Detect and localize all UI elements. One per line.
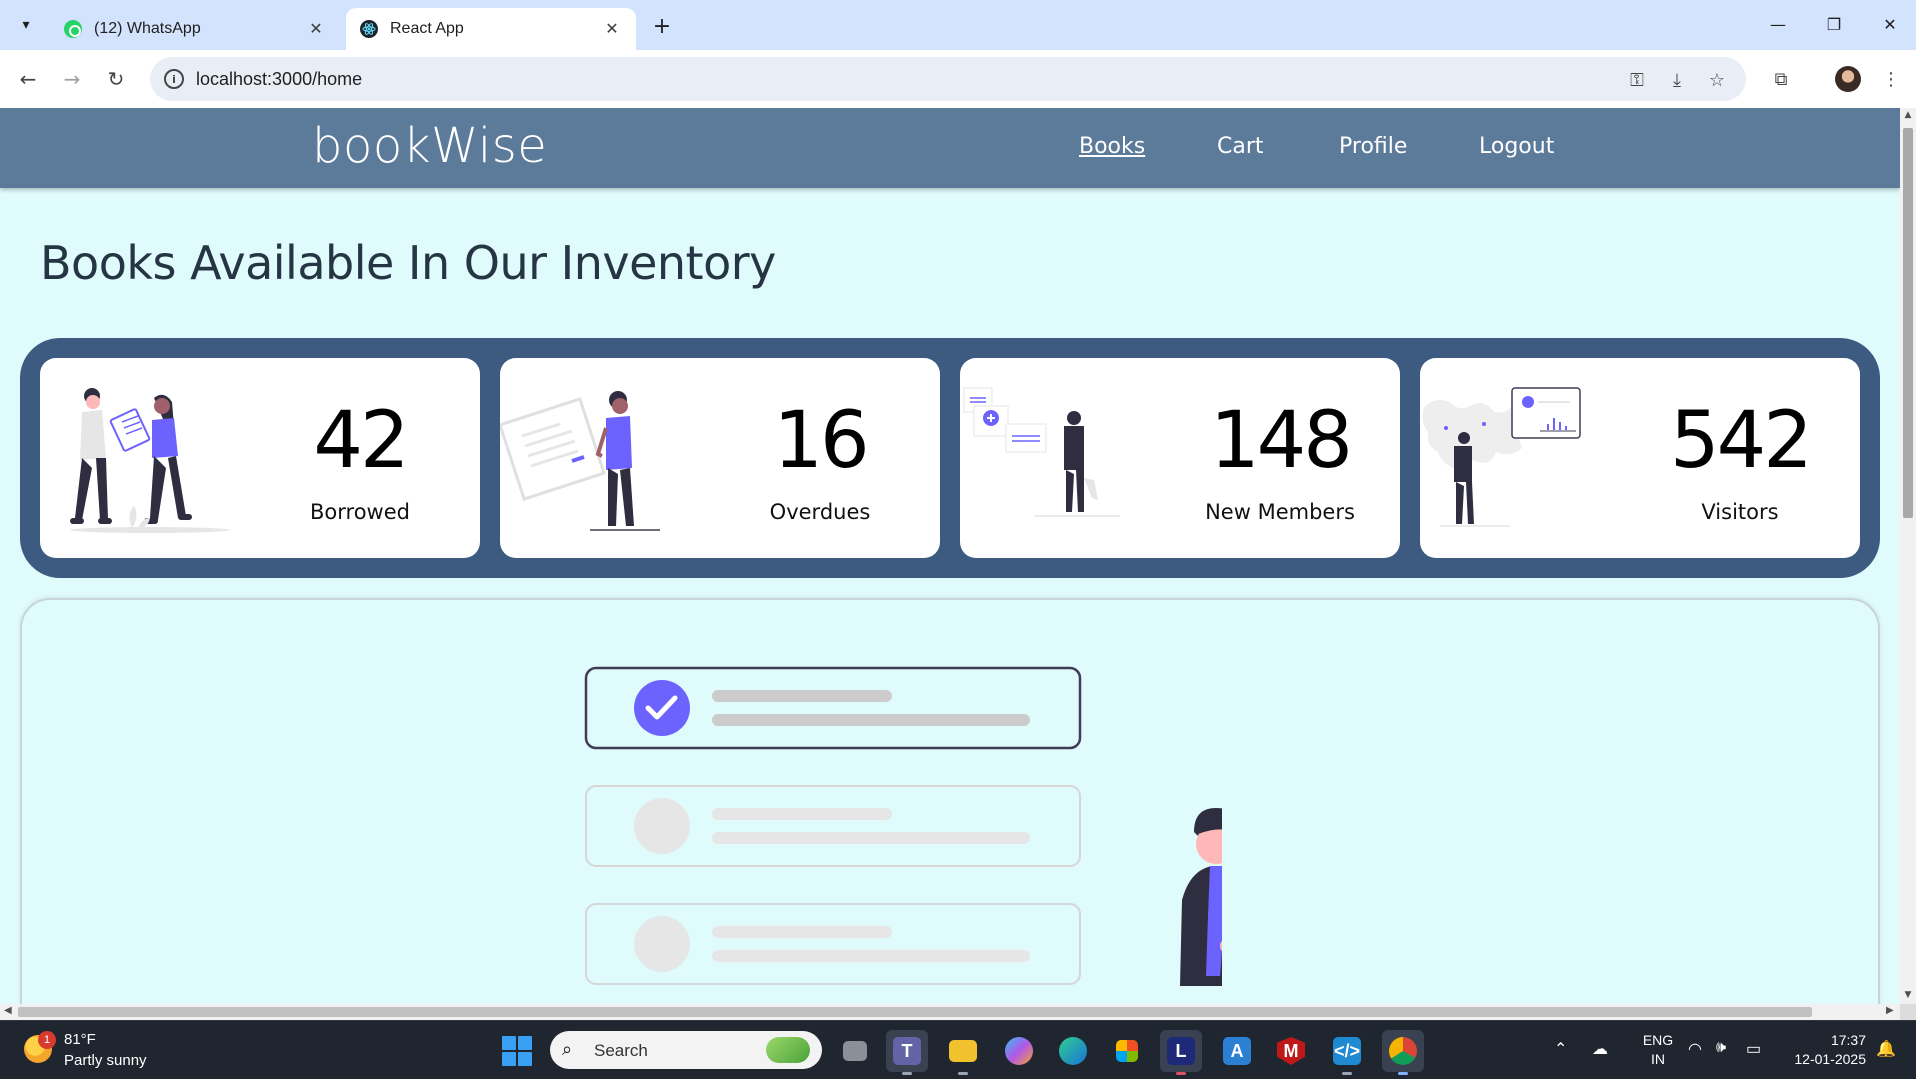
forward-icon[interactable]: →: [56, 63, 88, 95]
new-tab-button[interactable]: +: [648, 12, 676, 40]
scroll-down-icon[interactable]: ▼: [1900, 990, 1916, 1000]
ms-store-icon[interactable]: [1106, 1030, 1148, 1072]
stats-band: 42 Borrowed 16 Overdues 148 New Members …: [20, 338, 1880, 578]
stat-label: Visitors: [1701, 500, 1779, 524]
password-key-icon[interactable]: ⚿: [1624, 67, 1650, 93]
page-viewport: bookWise Books Cart Profile Logout Books…: [0, 108, 1900, 1004]
nav-cart[interactable]: Cart: [1217, 134, 1264, 159]
world-map-illustration: [1422, 387, 1581, 527]
vscode-icon[interactable]: </>: [1326, 1030, 1368, 1075]
app-header: bookWise Books Cart Profile Logout: [0, 108, 1900, 188]
system-clock[interactable]: 17:37 12-01-2025: [1782, 1031, 1866, 1069]
l-app-icon[interactable]: L: [1160, 1030, 1202, 1075]
window-close-icon[interactable]: ✕: [1870, 8, 1910, 40]
close-icon[interactable]: ✕: [602, 19, 622, 39]
battery-icon[interactable]: ▭: [1746, 1039, 1761, 1059]
stat-card-new-members: 148 New Members: [960, 358, 1400, 558]
extensions-icon[interactable]: ⧉: [1766, 64, 1796, 94]
tab-react-app[interactable]: React App ✕: [346, 8, 636, 50]
windows-start-icon[interactable]: [502, 1036, 532, 1066]
clock-date: 12-01-2025: [1794, 1051, 1866, 1067]
wifi-icon[interactable]: ◠: [1688, 1039, 1702, 1059]
file-explorer-icon[interactable]: [942, 1030, 984, 1075]
nav-profile[interactable]: Profile: [1339, 134, 1407, 159]
browser-tab-strip: ▾ (12) WhatsApp ✕ React App ✕ + — ❐ ✕: [0, 0, 1916, 50]
chrome-icon[interactable]: [1382, 1030, 1424, 1075]
browser-toolbar: ← → ↻ i localhost:3000/home ⚿ ⤓ ☆ ⧉ ⋮: [0, 50, 1916, 108]
search-highlight-icon: [766, 1037, 810, 1063]
stat-card-overdues: 16 Overdues: [500, 358, 940, 558]
tab-whatsapp[interactable]: (12) WhatsApp ✕: [50, 8, 340, 50]
copilot-icon[interactable]: [998, 1030, 1040, 1072]
stat-label: Overdues: [769, 500, 871, 524]
vertical-scrollbar[interactable]: ▲ ▼: [1900, 108, 1916, 1004]
scrollbar-corner: [1900, 1004, 1916, 1020]
stat-value: 148: [1210, 396, 1353, 486]
tab-title: React App: [390, 20, 464, 37]
scroll-left-icon[interactable]: ◀: [4, 1005, 12, 1016]
bookmark-star-icon[interactable]: ☆: [1704, 67, 1730, 93]
brand-logo[interactable]: bookWise: [312, 118, 547, 174]
language-indicator[interactable]: ENG IN: [1636, 1031, 1680, 1069]
scroll-up-icon[interactable]: ▲: [1900, 110, 1916, 120]
reload-icon[interactable]: ↻: [100, 63, 132, 95]
scrollbar-thumb[interactable]: [18, 1007, 1812, 1017]
nav-books[interactable]: Books: [1079, 134, 1145, 159]
react-icon: [360, 20, 378, 38]
task-view-icon[interactable]: [834, 1030, 876, 1072]
stat-label: Borrowed: [310, 500, 410, 524]
taskbar-search[interactable]: ⌕ Search: [550, 1031, 822, 1069]
chevron-up-icon[interactable]: ⌃: [1554, 1039, 1567, 1059]
restore-icon[interactable]: ❐: [1814, 8, 1854, 40]
minimize-icon[interactable]: —: [1758, 8, 1798, 40]
language-code: ENG: [1642, 1032, 1674, 1048]
weather-description: Partly sunny: [64, 1052, 147, 1069]
volume-icon[interactable]: 🕪: [1716, 1039, 1726, 1057]
edge-icon[interactable]: [1052, 1030, 1094, 1072]
address-bar[interactable]: i localhost:3000/home ⚿ ⤓ ☆: [150, 57, 1746, 101]
nav-logout[interactable]: Logout: [1479, 134, 1554, 159]
scrollbar-thumb[interactable]: [1903, 128, 1913, 518]
page-title: Books Available In Our Inventory: [40, 236, 776, 290]
horizontal-scrollbar[interactable]: ◀ ▶: [0, 1004, 1900, 1020]
stat-card-borrowed: 42 Borrowed: [40, 358, 480, 558]
stat-value: 16: [773, 396, 869, 486]
notification-badge: 1: [38, 1031, 56, 1049]
whatsapp-icon: [64, 20, 82, 38]
mcafee-icon[interactable]: M: [1270, 1030, 1312, 1072]
notification-bell-icon[interactable]: 🔔: [1876, 1039, 1896, 1058]
azure-data-studio-icon[interactable]: A: [1216, 1030, 1258, 1072]
add-members-illustration: [963, 387, 1120, 517]
tab-title: (12) WhatsApp: [94, 20, 201, 37]
region-code: IN: [1651, 1051, 1665, 1067]
checklist-illustration: [584, 666, 1222, 986]
install-app-icon[interactable]: ⤓: [1664, 67, 1690, 93]
windows-taskbar: 1 81°F Partly sunny ⌕ Search T L A M </>…: [0, 1020, 1916, 1079]
stat-label: New Members: [1205, 500, 1355, 524]
back-icon[interactable]: ←: [12, 63, 44, 95]
menu-kebab-icon[interactable]: ⋮: [1876, 64, 1906, 94]
teams-icon[interactable]: T: [886, 1030, 928, 1075]
stat-card-visitors: 542 Visitors: [1420, 358, 1860, 558]
stat-value: 42: [313, 396, 409, 486]
clock-time: 17:37: [1830, 1032, 1866, 1048]
content-panel: [20, 598, 1880, 1004]
address-url[interactable]: localhost:3000/home: [196, 69, 362, 90]
site-info-icon[interactable]: i: [164, 69, 184, 89]
weather-temperature: 81°F: [64, 1031, 96, 1048]
close-icon[interactable]: ✕: [306, 19, 326, 39]
tab-search-button[interactable]: ▾: [10, 9, 42, 41]
search-placeholder: Search: [594, 1041, 648, 1060]
profile-avatar[interactable]: [1835, 66, 1861, 92]
document-illustration: [500, 391, 660, 531]
onedrive-cloud-icon[interactable]: ☁: [1592, 1039, 1608, 1059]
stat-value: 542: [1670, 396, 1813, 486]
scroll-right-icon[interactable]: ▶: [1886, 1005, 1894, 1016]
search-icon: ⌕: [562, 1039, 573, 1060]
handover-illustration: [70, 388, 230, 533]
